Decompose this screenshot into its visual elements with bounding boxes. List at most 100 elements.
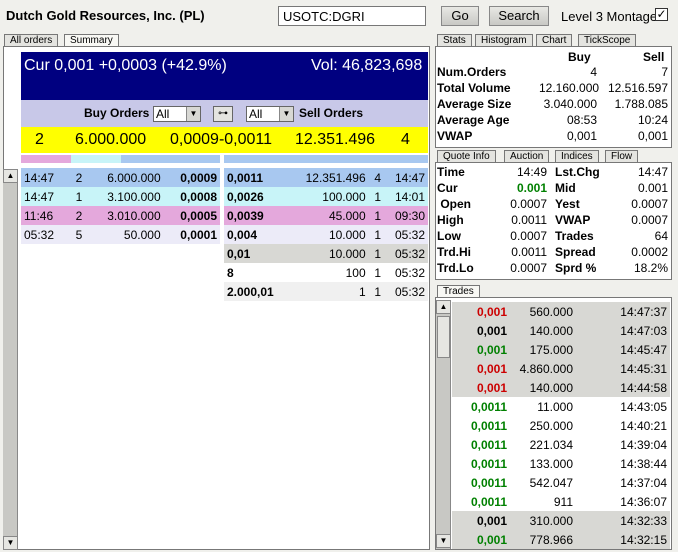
trade-row[interactable]: 0,0011 542.047 14:37:04	[452, 473, 670, 492]
ask-count: 4	[374, 170, 382, 185]
bid-ask-spread: 0,0009-0,0011	[170, 131, 273, 148]
trades-list: 0,001 560.000 14:47:37 0,001 140.000 14:47:03…	[452, 302, 670, 549]
go-button[interactable]: Go	[441, 6, 479, 26]
stats-row: Total Volume 12.160.000 12.516.597	[437, 81, 670, 97]
ask-row[interactable]: 0,0026 100.000 1 14:01	[224, 187, 428, 206]
scroll-down-icon[interactable]: ▼	[3, 536, 18, 550]
bid-row[interactable]: 14:47 1 3.100.000 0,0008	[21, 187, 220, 206]
ask-size: 10.000	[328, 246, 366, 261]
trade-row[interactable]: 0,001 140.000 14:47:03	[452, 321, 670, 340]
ask-count: 1	[374, 246, 382, 261]
ask-price: 2.000,01	[227, 284, 274, 299]
ask-count: 1	[374, 189, 382, 204]
chevron-down-icon: ▼	[186, 107, 200, 121]
quote-value: 0.0007	[631, 213, 668, 227]
ask-size: 12.351.496	[305, 170, 366, 185]
stats-buy-value: 4	[590, 65, 597, 79]
bid-row[interactable]: 05:32 5 50.000 0,0001	[21, 225, 220, 244]
ask-size: 100.000	[322, 189, 366, 204]
trade-time: 14:37:04	[620, 475, 667, 490]
ask-row[interactable]: 0,0011 12.351.496 4 14:47	[224, 168, 428, 187]
trade-price: 0,001	[476, 304, 507, 319]
level3-montage-checkbox[interactable]: ✓	[655, 8, 668, 21]
quote-row: Cur 0.001 Mid 0.001	[437, 181, 670, 197]
bid-count: 5	[75, 227, 83, 242]
ask-time: 05:32	[394, 265, 425, 280]
current-price-change: Cur 0,001 +0,0003 (+42.9%)	[24, 57, 227, 74]
trade-time: 14:36:07	[620, 494, 667, 509]
ask-row[interactable]: 8 100 1 05:32	[224, 263, 428, 282]
quote-value: 0.0007	[510, 261, 547, 275]
trade-row[interactable]: 0,0011 250.000 14:40:21	[452, 416, 670, 435]
trade-price: 0,0011	[470, 399, 507, 414]
ask-row[interactable]: 0,004 10.000 1 05:32	[224, 225, 428, 244]
ask-size: 1	[358, 284, 366, 299]
ask-count: 1	[374, 265, 382, 280]
stats-buy-value: 08:53	[566, 113, 597, 127]
trade-price: 0,001	[476, 342, 507, 357]
ask-time: 05:32	[394, 227, 425, 242]
trade-row[interactable]: 0,001 4.860.000 14:45:31	[452, 359, 670, 378]
trade-size: 133.000	[529, 456, 573, 471]
quote-label: Open	[437, 197, 472, 211]
company-title: Dutch Gold Resources, Inc. (PL)	[6, 8, 205, 23]
trade-row[interactable]: 0,0011 221.034 14:39:04	[452, 435, 670, 454]
level3-montage-label: Level 3 Montage	[561, 9, 658, 24]
trade-time: 14:47:03	[620, 323, 667, 338]
bid-row[interactable]: 14:47 2 6.000.000 0,0009	[21, 168, 220, 187]
sell-filter-select[interactable]: All ▼	[246, 106, 294, 122]
search-button[interactable]: Search	[489, 6, 549, 26]
trade-row[interactable]: 0,0011 133.000 14:38:44	[452, 454, 670, 473]
stats-table: Num.Orders 4 7 Total Volume 12.160.000 12.516…	[437, 65, 670, 145]
symbol-input[interactable]	[278, 6, 426, 26]
trade-row[interactable]: 0,001 778.966 14:32:15	[452, 530, 670, 549]
ask-price: 8	[227, 265, 234, 280]
quote-label: Cur	[437, 181, 458, 195]
bid-price: 0,0005	[180, 208, 217, 223]
quote-label: Low	[437, 229, 461, 243]
bid-count: 1	[75, 189, 83, 204]
trade-size: 560.000	[529, 304, 573, 319]
trade-row[interactable]: 0,001 175.000 14:45:47	[452, 340, 670, 359]
stats-buy-value: 0,001	[566, 129, 597, 143]
trade-row[interactable]: 0,001 140.000 14:44:58	[452, 378, 670, 397]
trade-price: 0,001	[476, 380, 507, 395]
ask-row[interactable]: 2.000,01 1 1 05:32	[224, 282, 428, 301]
buy-filter-value: All	[156, 107, 170, 121]
quote-value: 14:47	[637, 165, 668, 179]
trade-row[interactable]: 0,0011 911 14:36:07	[452, 492, 670, 511]
quote-label: Lst.Chg	[555, 165, 600, 179]
trade-size: 310.000	[529, 513, 573, 528]
stats-label: Average Size	[437, 97, 512, 111]
quote-value: 0.001	[637, 181, 668, 195]
trade-price: 0,001	[476, 513, 507, 528]
trade-price: 0,001	[476, 361, 507, 376]
order-book-scrollbar[interactable]	[3, 169, 18, 550]
trade-size: 11.000	[537, 399, 573, 414]
link-icon[interactable]: ⊶	[213, 106, 233, 122]
bid-time: 14:47	[24, 170, 55, 185]
trade-row[interactable]: 0,001 560.000 14:47:37	[452, 302, 670, 321]
trade-row[interactable]: 0,0011 11.000 14:43:05	[452, 397, 670, 416]
quote-row: Trd.Hi 0.0011 Spread 0.0002	[437, 245, 670, 261]
ask-time: 14:01	[394, 189, 425, 204]
bid-row[interactable]: 11:46 2 3.010.000 0,0005	[21, 206, 220, 225]
scroll-up-icon[interactable]: ▲	[3, 169, 18, 183]
scroll-down-icon[interactable]: ▼	[436, 534, 451, 548]
scroll-up-icon[interactable]: ▲	[436, 300, 451, 314]
bid-price: 0,0009	[180, 170, 217, 185]
trade-price: 0,0011	[470, 418, 507, 433]
trade-row[interactable]: 0,001 310.000 14:32:33	[452, 511, 670, 530]
volume: Vol: 46,823,698	[311, 57, 423, 74]
trade-price: 0,0011	[470, 475, 507, 490]
quote-row: Open 0.0007 Yest 0.0007	[437, 197, 670, 213]
stats-buy-value: 12.160.000	[539, 81, 600, 95]
stats-row: Average Age 08:53 10:24	[437, 113, 670, 129]
buy-filter-select[interactable]: All ▼	[153, 106, 201, 122]
bid-price: 0,0008	[180, 189, 217, 204]
ask-row[interactable]: 0,01 10.000 1 05:32	[224, 244, 428, 263]
chevron-down-icon: ▼	[279, 107, 293, 121]
ask-row[interactable]: 0,0039 45.000 1 09:30	[224, 206, 428, 225]
trades-scroll-thumb[interactable]	[437, 316, 450, 358]
quote-label: Spread	[555, 245, 596, 259]
